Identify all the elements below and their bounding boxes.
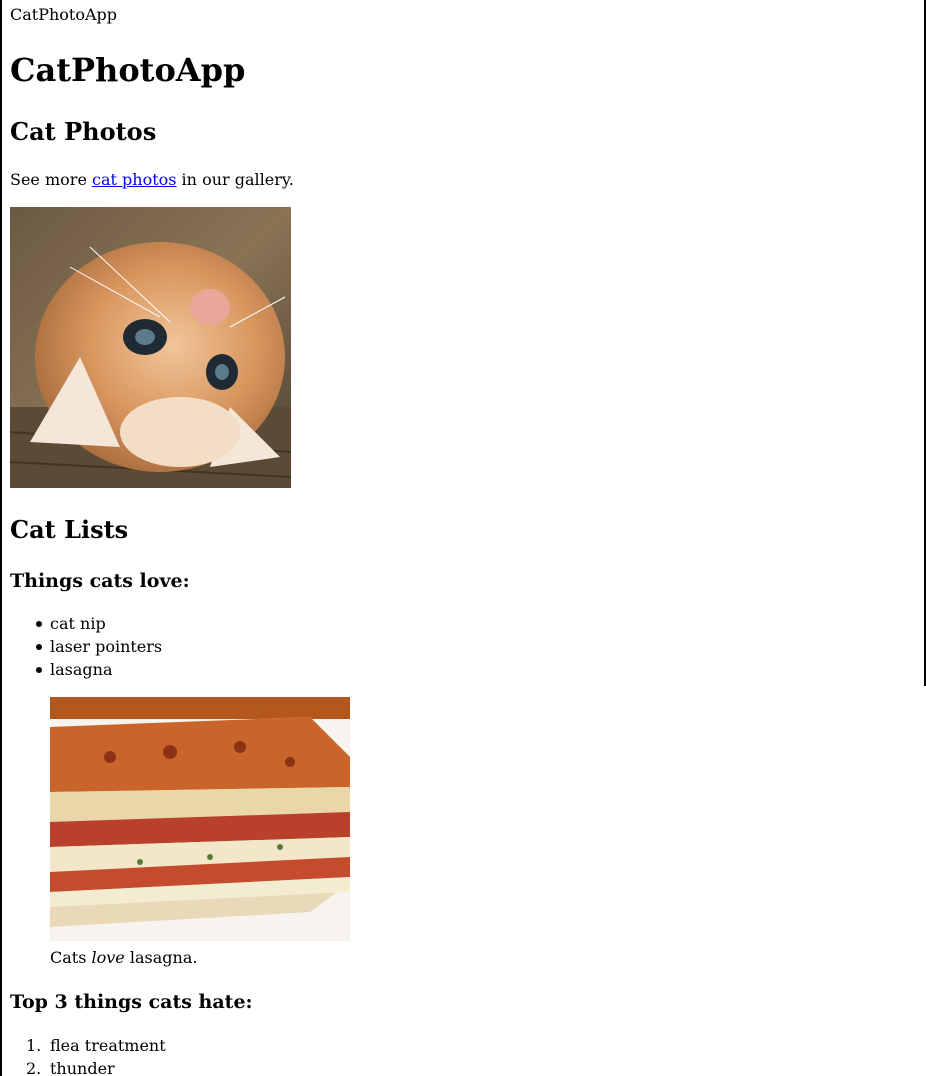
list-item: 1. flea treatment	[26, 1034, 166, 1057]
relaxing-cat-image[interactable]	[10, 207, 291, 488]
list-number: 1.	[26, 1036, 42, 1055]
lasagna-caption: Cats love lasagna.	[50, 947, 350, 969]
list-item-text: flea treatment	[50, 1036, 166, 1055]
list-item: cat nip	[35, 612, 162, 635]
cat-photos-heading: Cat Photos	[10, 117, 157, 146]
cat-lists-heading: Cat Lists	[10, 515, 129, 544]
caption-text-after: lasagna.	[124, 948, 198, 967]
caption-emphasis: love	[91, 948, 125, 967]
list-item: lasagna	[35, 658, 162, 681]
lasagna-image[interactable]	[50, 697, 350, 941]
cat-photos-link[interactable]: cat photos	[92, 170, 176, 189]
gallery-paragraph: See more cat photos in our gallery.	[10, 169, 294, 191]
list-item: laser pointers	[35, 637, 163, 656]
list-item-text: thunder	[50, 1059, 115, 1076]
page-tab-title: CatPhotoApp	[10, 5, 118, 24]
page-title: CatPhotoApp	[10, 51, 246, 89]
list-number: 2.	[26, 1059, 42, 1076]
things-cats-hate-list: 1. flea treatment 2. thunder	[26, 1034, 166, 1076]
window-left-border	[0, 0, 2, 1076]
lasagna-figure: Cats love lasagna.	[50, 697, 350, 969]
caption-text-before: Cats	[50, 948, 92, 967]
things-cats-hate-heading: Top 3 things cats hate:	[10, 991, 253, 1013]
things-cats-love-list: cat nip laser pointers lasagna	[35, 612, 163, 681]
things-cats-love-heading: Things cats love:	[10, 570, 190, 592]
list-item: 2. thunder	[26, 1057, 166, 1076]
gallery-text-after: in our gallery.	[176, 170, 294, 189]
gallery-text-before: See more	[10, 170, 92, 189]
